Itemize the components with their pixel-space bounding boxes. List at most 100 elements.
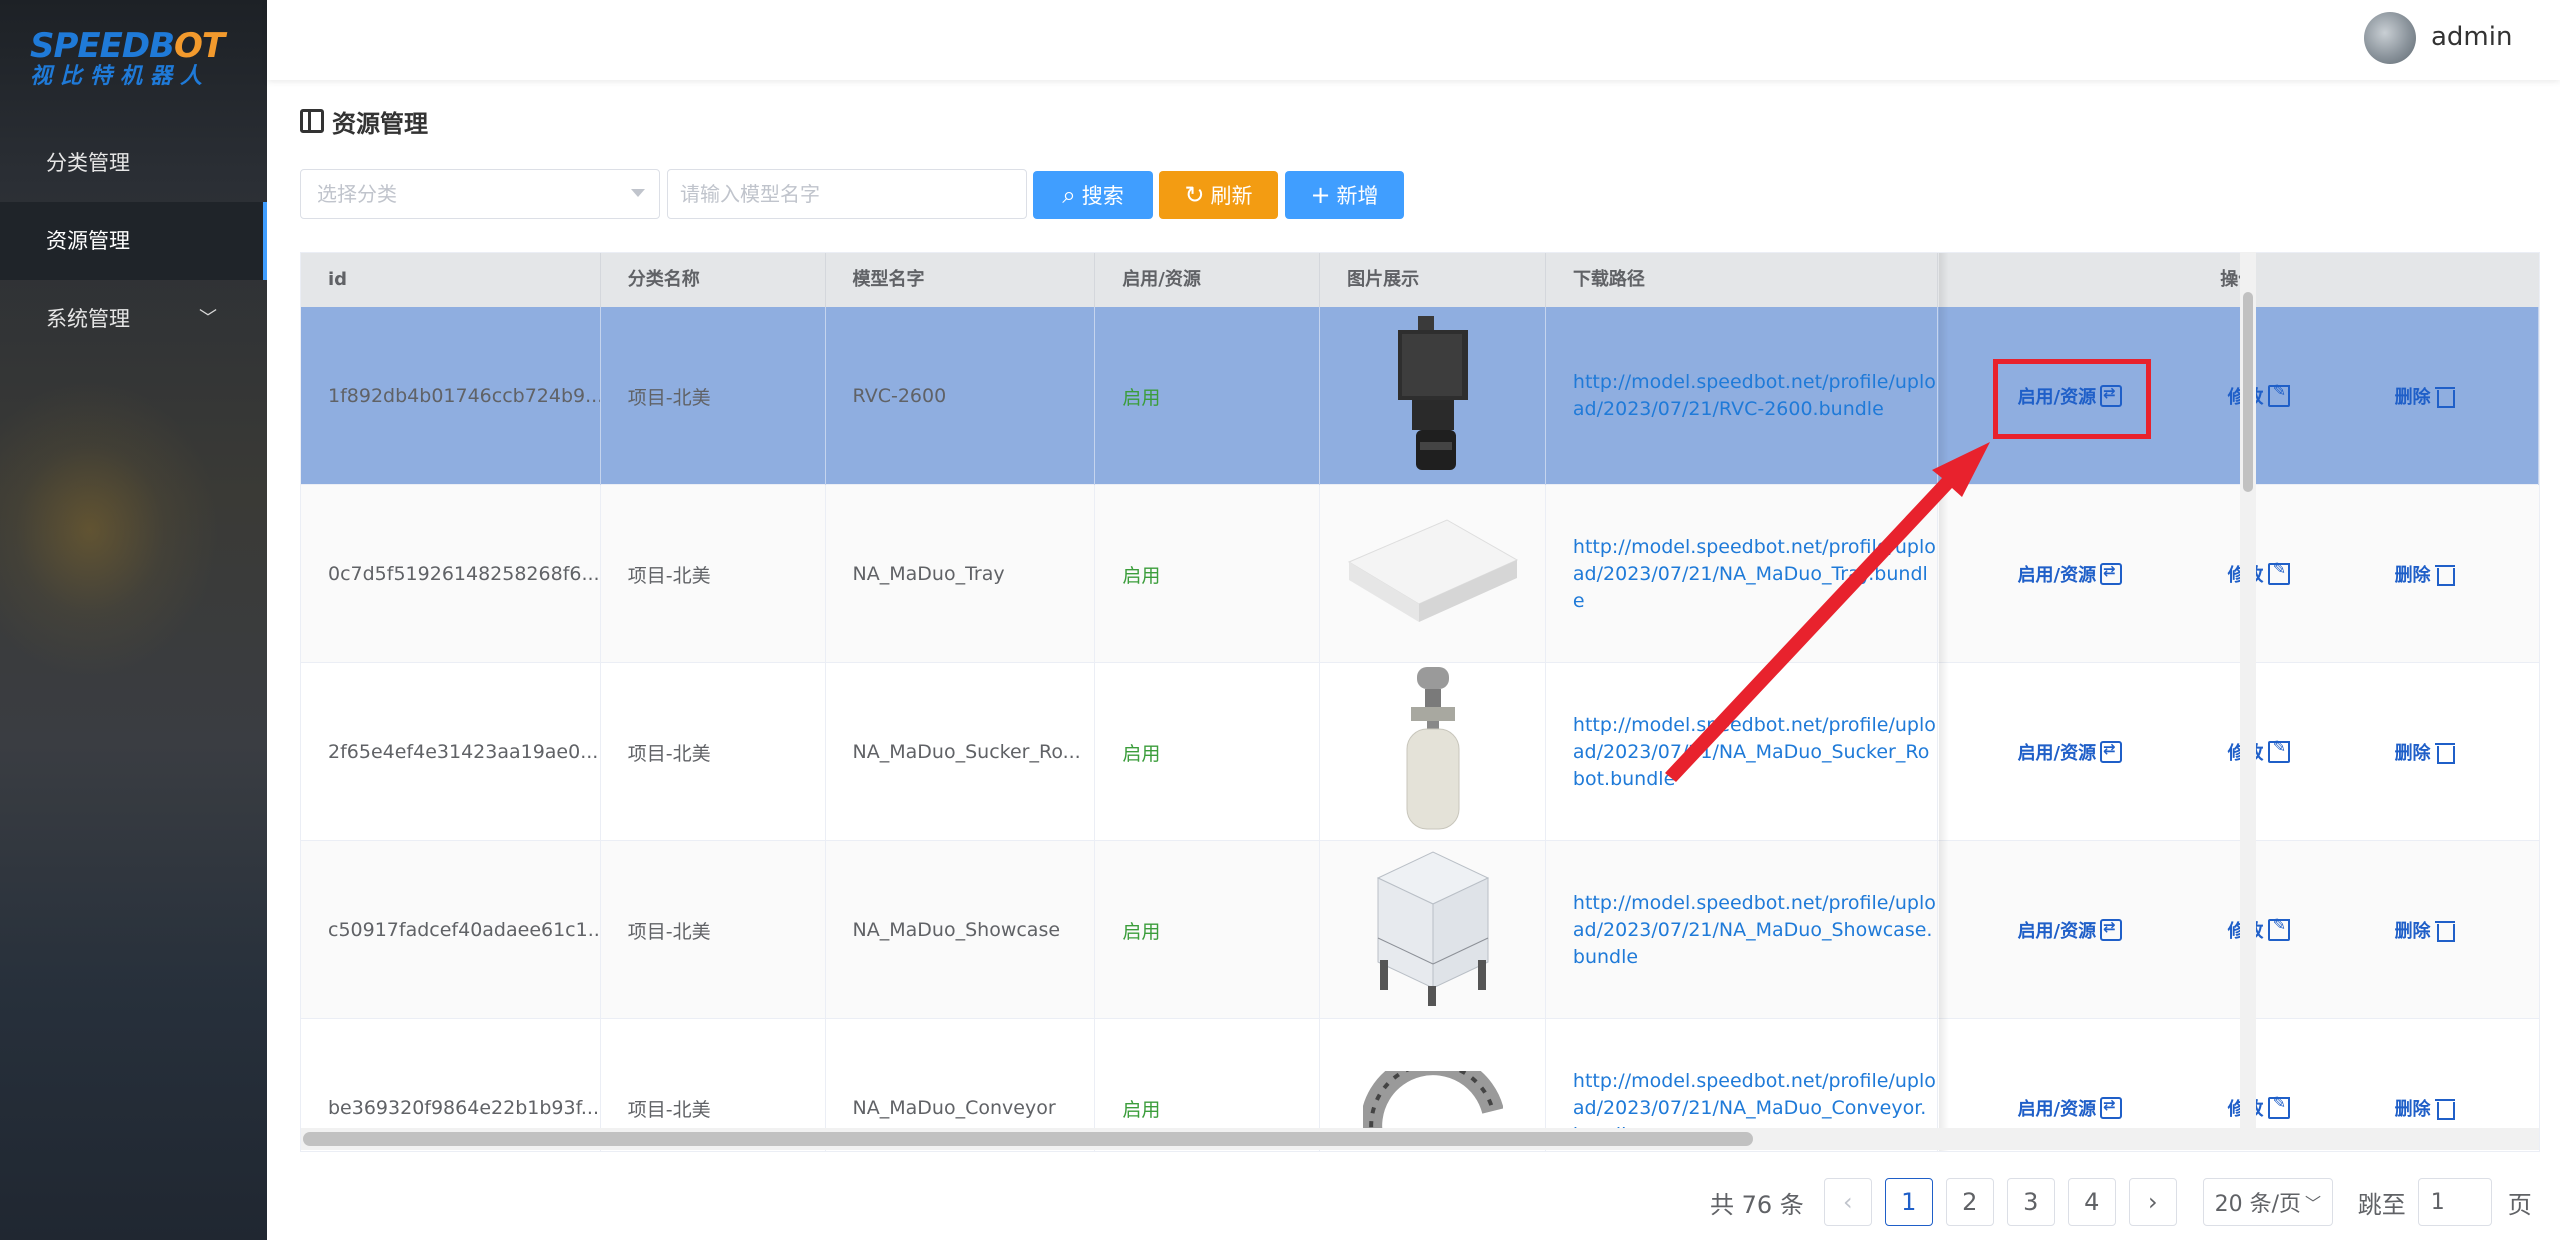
page-title: 资源管理 bbox=[332, 109, 428, 138]
cell-actions: 启用/资源 修改 删除 bbox=[1938, 307, 2539, 485]
horizontal-scrollbar[interactable] bbox=[301, 1128, 2539, 1150]
trash-icon bbox=[2434, 919, 2455, 942]
sidebar-item-label: 资源管理 bbox=[46, 229, 130, 253]
sidebar-item-label: 系统管理 bbox=[46, 307, 130, 331]
table-row[interactable]: c50917fadcef40adaee61c1... 项目-北美 NA_MaDuo_… bbox=[301, 841, 2539, 1019]
speedbot-logo: SPEEDBOT 视比特机器人 bbox=[30, 28, 240, 92]
enable-resource-button[interactable]: 启用/资源 bbox=[2018, 1095, 2123, 1121]
model-thumbnail[interactable] bbox=[1388, 314, 1478, 479]
refresh-button[interactable]: ↻ 刷新 bbox=[1159, 171, 1278, 219]
trash-icon bbox=[2434, 385, 2455, 408]
download-path-link[interactable]: http://model.speedbot.net/profile/upload… bbox=[1573, 534, 1937, 615]
swap-icon bbox=[2100, 918, 2123, 941]
chevron-down-icon: ﹀ bbox=[199, 308, 217, 329]
table-row[interactable]: 2f65e4ef4e31423aa19ae0... 项目-北美 NA_MaDuo_S… bbox=[301, 663, 2539, 841]
cell-actions: 启用/资源 修改 删除 bbox=[1938, 841, 2539, 1019]
column-header-id: id bbox=[301, 253, 601, 307]
sidebar-item-label: 分类管理 bbox=[46, 151, 130, 175]
enable-resource-button[interactable]: 启用/资源 bbox=[2018, 561, 2123, 587]
page-button-4[interactable]: 4 bbox=[2067, 1178, 2116, 1226]
cell-status: 启用 bbox=[1095, 841, 1321, 1019]
edit-button[interactable]: 修改 bbox=[2228, 559, 2290, 587]
sidebar-item-category-management[interactable]: 分类管理 bbox=[0, 124, 267, 202]
edit-button[interactable]: 修改 bbox=[2228, 381, 2290, 409]
sidebar-item-system-management[interactable]: 系统管理 ﹀ bbox=[0, 280, 267, 358]
page-button-2[interactable]: 2 bbox=[1945, 1178, 1994, 1226]
cell-status: 启用 bbox=[1095, 307, 1321, 485]
cell-model: NA_MaDuo_Showcase bbox=[826, 841, 1096, 1019]
cell-image bbox=[1320, 663, 1546, 841]
user-name[interactable]: admin bbox=[2431, 22, 2512, 52]
cell-actions: 启用/资源 修改 删除 bbox=[1938, 485, 2539, 663]
delete-label: 删除 bbox=[2394, 1099, 2431, 1120]
download-path-link[interactable]: http://model.speedbot.net/profile/upload… bbox=[1573, 369, 1937, 423]
edit-button[interactable]: 修改 bbox=[2228, 915, 2290, 943]
top-header bbox=[267, 0, 2560, 80]
cell-image bbox=[1320, 485, 1546, 663]
next-page-button[interactable]: › bbox=[2128, 1178, 2177, 1226]
cell-model: NA_MaDuo_Tray bbox=[826, 485, 1096, 663]
delete-button[interactable]: 删除 bbox=[2395, 561, 2455, 587]
edit-icon bbox=[2267, 381, 2290, 407]
enable-resource-button[interactable]: 启用/资源 bbox=[2018, 917, 2123, 943]
page-button-3[interactable]: 3 bbox=[2006, 1178, 2055, 1226]
swap-icon bbox=[2100, 562, 2123, 585]
prev-page-button[interactable]: ‹ bbox=[1823, 1178, 1872, 1226]
edit-icon bbox=[2267, 737, 2290, 763]
refresh-button-label: 刷新 bbox=[1210, 184, 1253, 208]
edit-button[interactable]: 修改 bbox=[2228, 1093, 2290, 1121]
delete-button[interactable]: 删除 bbox=[2395, 1095, 2455, 1121]
add-button[interactable]: + 新增 bbox=[1285, 171, 1404, 219]
delete-label: 删除 bbox=[2394, 743, 2431, 764]
page-button-1[interactable]: 1 bbox=[1884, 1178, 1933, 1226]
cell-actions: 启用/资源 修改 删除 bbox=[1938, 663, 2539, 841]
chevron-left-icon: ‹ bbox=[1842, 1188, 1853, 1216]
trash-icon bbox=[2434, 563, 2455, 586]
cell-category: 项目-北美 bbox=[601, 841, 826, 1019]
page-size-select[interactable]: 20 条/页 ﹀ bbox=[2202, 1178, 2333, 1226]
cell-category: 项目-北美 bbox=[601, 307, 826, 485]
cell-image bbox=[1320, 841, 1546, 1019]
table-row[interactable]: 0c7d5f51926148258268f6... 项目-北美 NA_MaDuo_T… bbox=[301, 485, 2539, 663]
model-thumbnail[interactable] bbox=[1368, 848, 1498, 1013]
avatar[interactable] bbox=[2364, 12, 2416, 64]
table-row[interactable]: 1f892db4b01746ccb724b9... 项目-北美 RVC-2600 启用… bbox=[301, 307, 2539, 485]
logo-subtitle: 视比特机器人 bbox=[30, 64, 211, 89]
column-header-status: 启用/资源 bbox=[1095, 253, 1321, 307]
delete-button[interactable]: 删除 bbox=[2395, 917, 2455, 943]
sidebar-item-resource-management[interactable]: 资源管理 bbox=[0, 202, 267, 280]
download-path-link[interactable]: http://model.speedbot.net/profile/upload… bbox=[1573, 890, 1937, 971]
total-count: 共 76 条 bbox=[1710, 1190, 1804, 1219]
edit-button[interactable]: 修改 bbox=[2228, 737, 2290, 765]
delete-button[interactable]: 删除 bbox=[2395, 739, 2455, 765]
model-thumbnail[interactable] bbox=[1393, 665, 1473, 840]
search-button[interactable]: ⌕ 搜索 bbox=[1033, 171, 1153, 219]
cell-model: NA_MaDuo_Sucker_Ro... bbox=[826, 663, 1096, 841]
cell-category: 项目-北美 bbox=[601, 663, 826, 841]
download-path-link[interactable]: http://model.speedbot.net/profile/upload… bbox=[1573, 712, 1937, 793]
swap-icon bbox=[2100, 740, 2123, 763]
edit-icon bbox=[2267, 1093, 2290, 1119]
trash-icon bbox=[2434, 741, 2455, 764]
enable-resource-button[interactable]: 启用/资源 bbox=[2018, 739, 2123, 765]
cell-model: RVC-2600 bbox=[826, 307, 1096, 485]
category-select-placeholder: 选择分类 bbox=[317, 182, 397, 206]
jump-page-input[interactable] bbox=[2417, 1178, 2492, 1226]
column-header-path: 下载路径 bbox=[1546, 253, 1938, 307]
horizontal-scrollbar-thumb[interactable] bbox=[303, 1132, 1753, 1146]
vertical-scrollbar[interactable] bbox=[2240, 252, 2256, 1132]
category-select[interactable]: 选择分类 bbox=[300, 169, 660, 219]
caret-down-icon bbox=[631, 189, 645, 197]
cell-id: 0c7d5f51926148258268f6... bbox=[301, 485, 601, 663]
model-name-input[interactable] bbox=[667, 169, 1027, 219]
delete-button[interactable]: 删除 bbox=[2395, 383, 2455, 409]
column-header-actions: 操作 bbox=[2220, 269, 2257, 290]
page-title-area: 资源管理 bbox=[300, 104, 428, 138]
swap-icon bbox=[2100, 384, 2123, 407]
delete-label: 删除 bbox=[2394, 921, 2431, 942]
enable-resource-label: 启用/资源 bbox=[2017, 921, 2097, 942]
search-icon: ⌕ bbox=[1062, 181, 1076, 209]
model-thumbnail[interactable] bbox=[1343, 512, 1523, 637]
enable-resource-button[interactable]: 启用/资源 bbox=[2018, 383, 2123, 409]
vertical-scrollbar-thumb[interactable] bbox=[2243, 292, 2253, 492]
